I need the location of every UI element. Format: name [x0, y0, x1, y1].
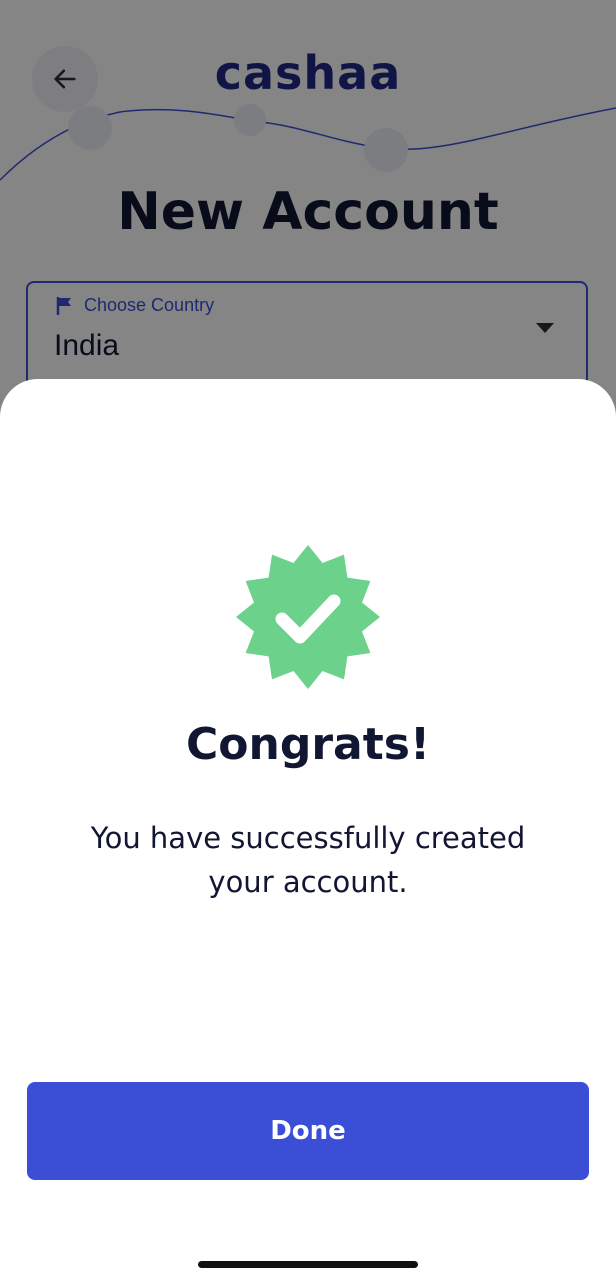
verified-check-badge-icon — [236, 545, 380, 689]
success-message: You have successfully created your accou… — [90, 821, 526, 899]
done-button[interactable]: Done — [27, 1082, 589, 1180]
congrats-title: Congrats! — [185, 719, 431, 770]
success-bottom-sheet: Congrats! You have successfully created … — [0, 379, 616, 1280]
home-indicator[interactable] — [198, 1261, 418, 1268]
